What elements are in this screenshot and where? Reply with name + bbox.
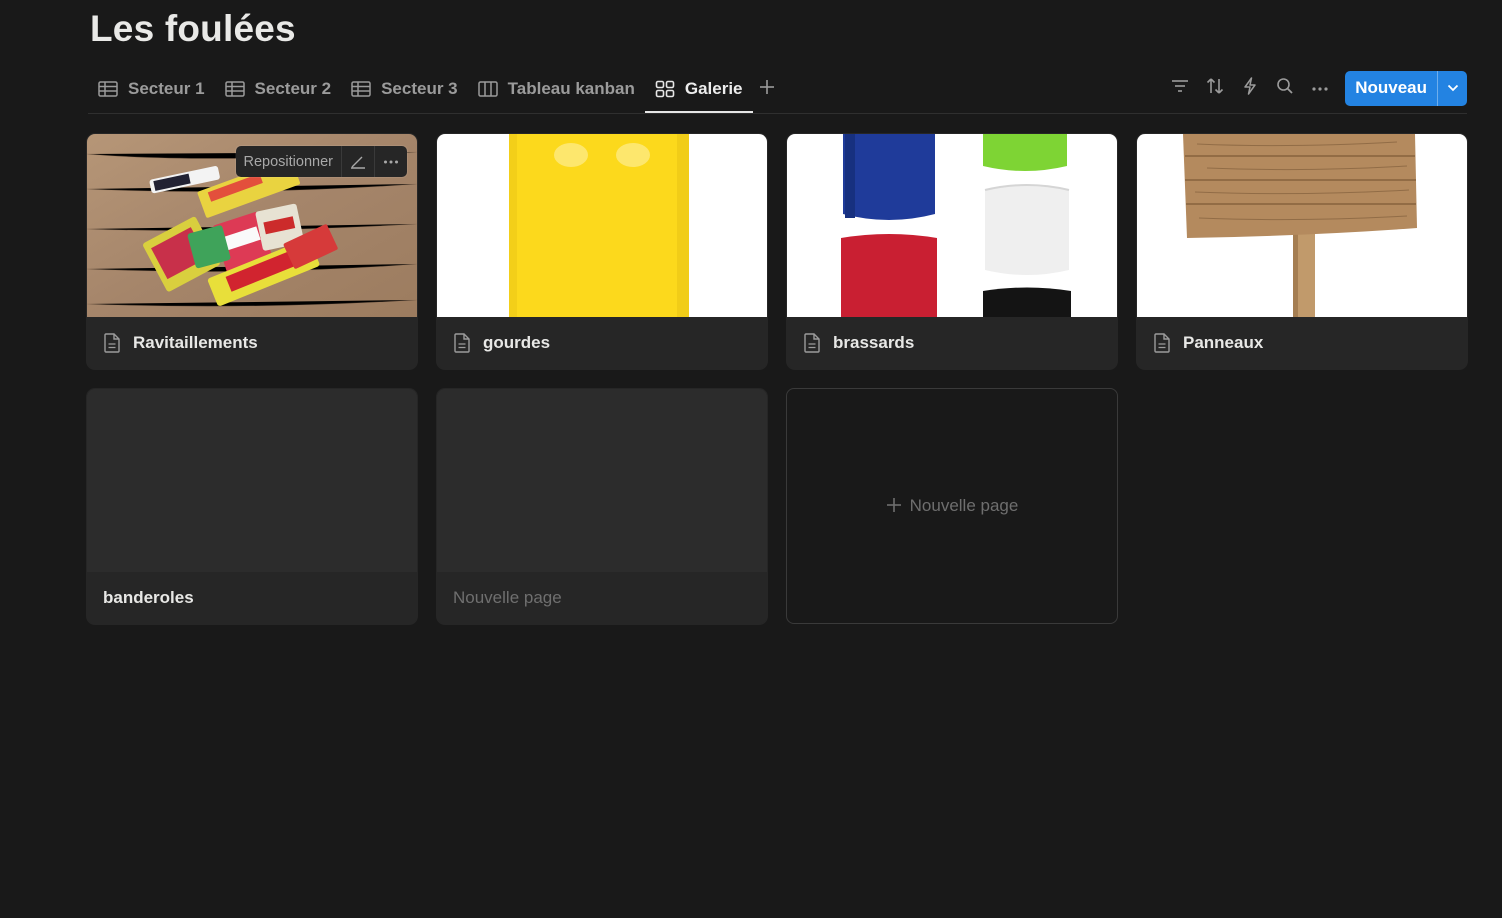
gallery-icon [655, 80, 675, 98]
gallery-card[interactable]: brassards [787, 134, 1117, 369]
card-title: Ravitaillements [133, 333, 258, 352]
table-icon [98, 81, 118, 97]
gallery-card[interactable]: gourdes [437, 134, 767, 369]
card-title: banderoles [103, 588, 194, 607]
new-page-label: Nouvelle page [909, 496, 1019, 515]
more-icon [383, 159, 399, 165]
sort-button[interactable] [1197, 71, 1232, 105]
tab-label: Secteur 1 [128, 79, 205, 98]
page-icon [803, 333, 821, 353]
tab-galerie[interactable]: Galerie [644, 70, 753, 113]
plus-icon [759, 79, 775, 100]
more-icon [1311, 79, 1329, 97]
card-title: gourdes [483, 333, 551, 352]
page-title[interactable]: Les foulées [90, 8, 296, 50]
card-cover-energy-gels: Repositionner [87, 134, 417, 317]
new-button-group: Nouveau [1345, 70, 1467, 106]
tabs-divider [88, 113, 1467, 114]
card-footer: banderoles [87, 572, 417, 624]
plus-icon [886, 494, 902, 518]
chevron-down-icon [1447, 79, 1459, 97]
card-footer: Panneaux [1137, 317, 1467, 369]
card-cover-wooden-sign [1137, 134, 1467, 317]
tab-secteur-2[interactable]: Secteur 2 [215, 70, 342, 108]
card-more-button[interactable] [375, 146, 407, 177]
tab-label: Galerie [684, 79, 743, 98]
card-hover-menu: Repositionner [235, 146, 407, 177]
new-button[interactable]: Nouveau [1345, 71, 1437, 106]
gallery-card[interactable]: Repositionner Ravitaillements [87, 134, 417, 369]
page-icon [1153, 333, 1171, 353]
new-page-card[interactable]: Nouvelle page [786, 388, 1118, 624]
gallery-card[interactable]: Nouvelle page [437, 389, 767, 624]
board-icon [477, 81, 498, 97]
card-cover-empty [87, 389, 417, 572]
filter-button[interactable] [1162, 71, 1197, 105]
tab-secteur-1[interactable]: Secteur 1 [88, 70, 215, 108]
tab-label: Secteur 2 [254, 79, 332, 98]
gallery-card[interactable]: Panneaux [1137, 134, 1467, 369]
database-toolbar: Nouveau [1162, 70, 1467, 106]
search-button[interactable] [1267, 71, 1302, 105]
card-footer: gourdes [437, 317, 767, 369]
card-title: brassards [833, 333, 915, 352]
automation-icon [1243, 76, 1257, 100]
card-cover-armbands [787, 134, 1117, 317]
tab-secteur-3[interactable]: Secteur 3 [341, 70, 468, 108]
edit-button[interactable] [342, 146, 374, 177]
card-footer: Nouvelle page [437, 572, 767, 624]
tab-label: Tableau kanban [507, 79, 635, 98]
filter-icon [1171, 79, 1189, 98]
reposition-button[interactable]: Repositionner [236, 146, 341, 177]
page-icon [103, 333, 121, 353]
new-dropdown-button[interactable] [1438, 71, 1467, 106]
tab-tableau-kanban[interactable]: Tableau kanban [468, 70, 645, 108]
card-footer: brassards [787, 317, 1117, 369]
search-icon [1276, 77, 1294, 100]
table-icon [224, 81, 245, 97]
automation-button[interactable] [1232, 71, 1267, 105]
card-cover-yellow-bottle [437, 134, 767, 317]
gallery-card[interactable]: banderoles [87, 389, 417, 624]
card-cover-empty [437, 389, 767, 572]
view-tabs: Secteur 1 Secteur 2 Secteur 3 Tableau ka… [88, 70, 781, 114]
edit-icon [350, 155, 366, 169]
more-options-button[interactable] [1302, 71, 1337, 105]
table-icon [351, 81, 371, 97]
add-view-button[interactable] [753, 70, 781, 108]
card-title: Panneaux [1183, 333, 1264, 352]
sort-icon [1206, 77, 1224, 100]
card-footer: Ravitaillements [87, 317, 417, 369]
card-title: Nouvelle page [453, 588, 562, 607]
tab-label: Secteur 3 [381, 79, 458, 98]
page-icon [453, 333, 471, 353]
